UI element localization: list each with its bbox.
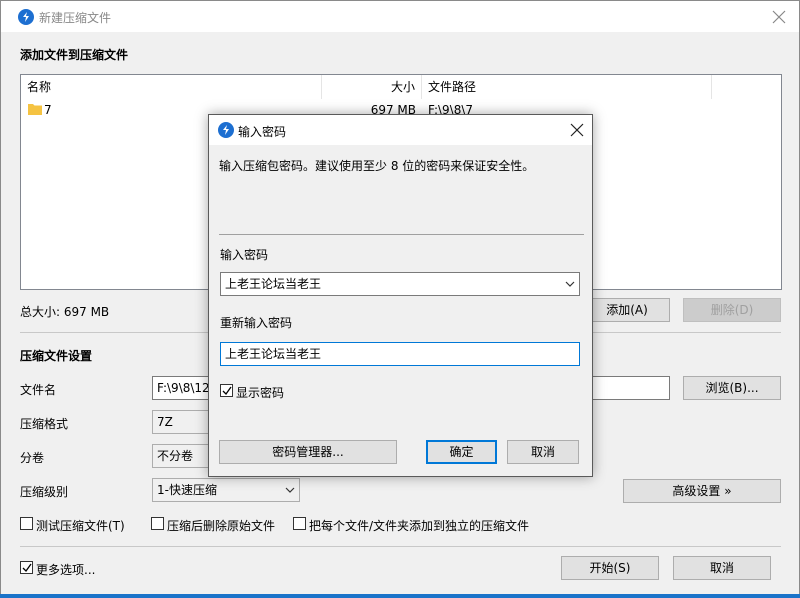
close-icon[interactable]: [772, 10, 786, 24]
column-header-name[interactable]: 名称: [21, 75, 322, 99]
dialog-cancel-button[interactable]: 取消: [507, 440, 579, 464]
each-separate-label: 把每个文件/文件夹添加到独立的压缩文件: [309, 519, 530, 533]
password-value: 上老王论坛当老王: [225, 277, 322, 291]
start-button[interactable]: 开始(S): [561, 556, 659, 580]
password-label: 输入密码: [220, 248, 269, 262]
confirm-password-label: 重新输入密码: [220, 316, 293, 330]
confirm-password-input[interactable]: 上老王论坛当老王: [220, 342, 580, 366]
delete-after-label: 压缩后删除原始文件: [167, 519, 276, 533]
delete-button[interactable]: 删除(D): [683, 298, 781, 322]
password-manager-button[interactable]: 密码管理器...: [219, 440, 397, 464]
taskbar-strip: [0, 594, 800, 598]
app-logo-icon: [18, 9, 34, 25]
test-archive-label: 测试压缩文件(T): [36, 519, 125, 533]
format-label: 压缩格式: [20, 417, 69, 431]
title-bar: 新建压缩文件: [1, 1, 799, 32]
dialog-description: 输入压缩包密码。建议使用至少 8 位的密码来保证安全性。: [219, 159, 535, 173]
chevron-down-icon[interactable]: [565, 279, 575, 289]
column-header-size[interactable]: 大小: [322, 75, 422, 99]
cancel-button[interactable]: 取消: [673, 556, 771, 580]
level-select[interactable]: 1-快速压缩: [152, 478, 300, 502]
level-select-value: 1-快速压缩: [157, 483, 217, 497]
show-password-label: 显示密码: [236, 386, 285, 400]
filename-label: 文件名: [20, 383, 57, 397]
delete-after-checkbox[interactable]: [151, 517, 164, 530]
each-separate-checkbox[interactable]: [293, 517, 306, 530]
folder-icon: [28, 104, 42, 115]
section-settings-title: 压缩文件设置: [20, 349, 93, 363]
password-input[interactable]: 上老王论坛当老王: [220, 272, 580, 296]
show-password-checkbox[interactable]: [220, 384, 233, 397]
dialog-title-bar: 输入密码: [209, 115, 592, 145]
level-label: 压缩级别: [20, 485, 69, 499]
total-size: 总大小: 697 MB: [20, 305, 110, 319]
close-icon[interactable]: [570, 123, 584, 137]
divider: [20, 546, 781, 547]
divider: [219, 234, 584, 235]
checkmark-icon: [22, 563, 32, 573]
test-archive-checkbox[interactable]: [20, 517, 33, 530]
section-add-title: 添加文件到压缩文件: [20, 48, 129, 62]
checkmark-icon: [222, 386, 232, 396]
browse-button[interactable]: 浏览(B)...: [683, 376, 781, 400]
password-dialog: 输入密码 输入压缩包密码。建议使用至少 8 位的密码来保证安全性。 输入密码 上…: [208, 114, 593, 477]
more-options-label: 更多选项...: [36, 563, 96, 577]
more-options-checkbox[interactable]: [20, 561, 33, 574]
file-name: 7: [44, 103, 52, 117]
ok-button[interactable]: 确定: [426, 440, 497, 464]
chevron-down-icon: [285, 487, 295, 493]
column-header-path[interactable]: 文件路径: [422, 75, 712, 99]
add-button[interactable]: 添加(A): [584, 298, 670, 322]
dialog-title: 输入密码: [238, 125, 287, 139]
app-logo-icon: [218, 122, 234, 138]
window-title: 新建压缩文件: [39, 11, 112, 25]
split-label: 分卷: [20, 451, 45, 465]
advanced-settings-button[interactable]: 高级设置 »: [623, 479, 781, 503]
